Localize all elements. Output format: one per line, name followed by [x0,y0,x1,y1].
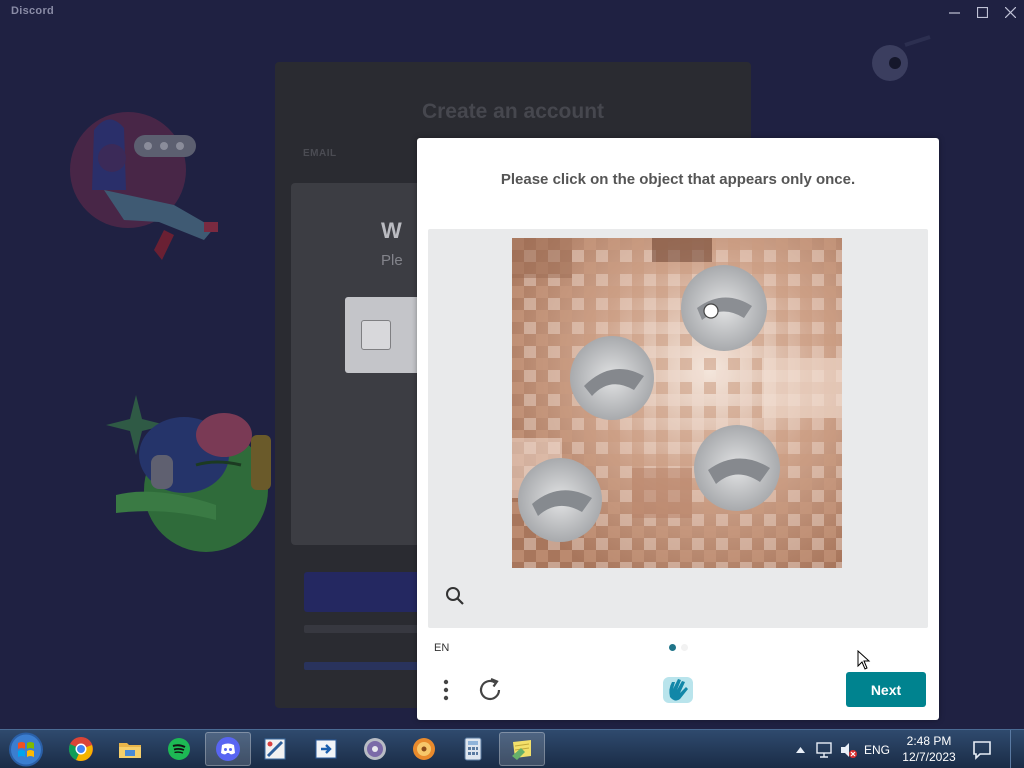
taskbar-calculator[interactable] [450,732,496,766]
close-button[interactable] [996,0,1024,24]
show-hidden-icons-button[interactable] [792,730,808,768]
show-desktop-button[interactable] [1010,730,1024,768]
challenge-prompt: Please click on the object that appears … [500,171,856,188]
taskbar-spotify[interactable] [156,732,202,766]
hand-logo-icon [663,677,693,703]
next-button[interactable]: Next [846,672,926,707]
clock-time: 2:48 PM [906,734,952,748]
volume-muted-icon[interactable] [838,740,858,760]
maximize-icon [976,6,988,18]
title-bar: Discord [0,0,1024,24]
refresh-button[interactable] [475,675,505,705]
language-selector[interactable]: EN [434,642,449,654]
more-vertical-icon [443,679,449,701]
captcha-checkbox [361,320,391,350]
close-icon [1004,6,1016,18]
clock-date: 12/7/2023 [902,750,956,764]
verification-subtitle: Ple [381,252,403,269]
object-disc-1[interactable] [681,265,767,351]
notes-icon [512,740,531,760]
taskbar-discord[interactable] [205,732,251,766]
network-icon[interactable] [815,740,835,760]
paint-icon [264,738,286,760]
maximize-button[interactable] [968,0,996,24]
captcha-challenge-dialog: Please click on the object that appears … [417,138,939,720]
discord-icon [216,737,240,761]
notification-icon [973,741,991,760]
register-title: Create an account [421,100,605,123]
object-disc-2[interactable] [570,336,654,420]
start-button[interactable] [6,731,46,768]
system-clock[interactable]: 2:48 PM 12/7/2023 [896,733,962,765]
magnifier-icon [446,587,464,605]
email-label: EMAIL [303,148,337,159]
taskbar-remote-app[interactable] [303,732,349,766]
hcaptcha-logo [663,677,693,703]
selection-marker [703,303,719,319]
dvd-icon [364,738,386,760]
taskbar-dvd-player[interactable] [352,732,398,766]
background-illustration-decoration [872,35,931,81]
minimize-icon [948,11,960,14]
refresh-icon [479,677,501,701]
background-illustration-character [70,112,218,260]
minimize-button[interactable] [940,0,968,24]
folder-icon [119,743,141,758]
spotify-icon [168,738,190,760]
action-center-button[interactable] [969,736,995,762]
mouse-cursor-icon [857,650,871,670]
background-illustration-creature [106,395,271,552]
page-indicator-active [669,644,676,651]
taskbar-sticky-notes[interactable] [499,732,545,766]
app-title: Discord [11,5,55,17]
zoom-button[interactable] [443,584,467,608]
media-icon [413,738,435,760]
taskbar-media-player[interactable] [401,732,447,766]
page-indicator-next [681,644,688,651]
taskbar: ENG 2:48 PM 12/7/2023 [0,729,1024,768]
remote-icon [315,739,337,759]
windows-start-icon [9,732,43,767]
chrome-icon [68,737,93,761]
calculator-icon [464,737,482,761]
taskbar-paint[interactable] [252,732,298,766]
taskbar-chrome[interactable] [58,732,104,766]
object-disc-3[interactable] [694,425,780,511]
menu-button[interactable] [436,675,456,705]
input-language-indicator[interactable]: ENG [864,730,890,768]
challenge-image[interactable] [512,238,842,568]
object-disc-4[interactable] [518,458,602,542]
taskbar-file-explorer[interactable] [107,732,153,766]
verification-heading: W [381,218,402,243]
challenge-image-area [428,229,928,628]
chevron-up-icon [795,746,805,753]
